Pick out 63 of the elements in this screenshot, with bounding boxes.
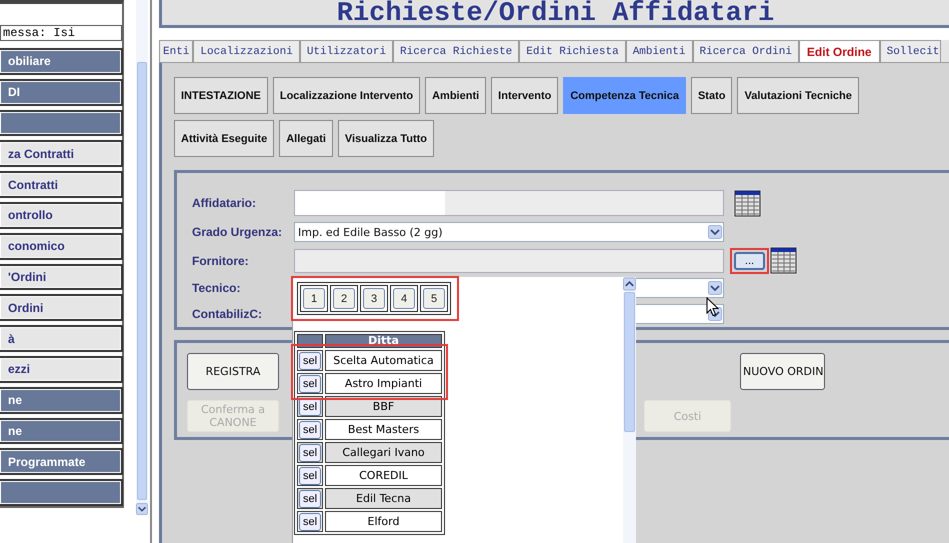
section-button[interactable]: Competenza Tecnica bbox=[563, 77, 686, 114]
menu-item[interactable]: za Contratti bbox=[0, 140, 123, 168]
table-cell: Callegari Ivano bbox=[325, 442, 442, 463]
menu-item[interactable]: conomico bbox=[0, 232, 123, 260]
section-button[interactable]: Stato bbox=[690, 77, 732, 114]
action-button[interactable]: REGISTRA bbox=[187, 353, 279, 390]
menu-item[interactable]: DI bbox=[0, 78, 123, 106]
tab[interactable]: Enti bbox=[159, 40, 194, 62]
select-button[interactable]: sel bbox=[299, 374, 321, 392]
menu-item[interactable]: ne bbox=[0, 386, 123, 414]
page-button[interactable]: 3 bbox=[363, 288, 385, 309]
action-button[interactable]: NUOVO ORDIN bbox=[740, 353, 825, 390]
menu-item[interactable]: ne bbox=[0, 418, 123, 444]
section-button[interactable]: Allegati bbox=[279, 120, 333, 157]
tab[interactable]: Edit Ordine bbox=[798, 40, 880, 62]
menu-item[interactable]: ontrollo bbox=[0, 202, 123, 229]
section-button[interactable]: Localizzazione Intervento bbox=[272, 77, 420, 114]
select-button[interactable]: sel bbox=[299, 420, 321, 438]
tab[interactable]: Ambienti bbox=[626, 40, 692, 62]
table-cell: COREDIL bbox=[325, 465, 442, 486]
menu-item[interactable]: à bbox=[0, 325, 123, 352]
section-button[interactable]: Intervento bbox=[491, 77, 558, 114]
table-cell: BBF bbox=[325, 396, 442, 417]
select-button[interactable]: sel bbox=[299, 512, 321, 530]
field-label: Fornitore: bbox=[192, 254, 250, 268]
tab[interactable]: Edit Richiesta bbox=[519, 40, 626, 62]
tab[interactable]: Localizzazioni bbox=[193, 40, 300, 62]
section-button[interactable]: INTESTAZIONE bbox=[174, 77, 268, 114]
tab[interactable]: Utilizzatori bbox=[300, 40, 394, 62]
field-label: Grado Urgenza: bbox=[192, 225, 284, 240]
page-button[interactable]: 4 bbox=[393, 288, 415, 309]
table-cell: Elford bbox=[325, 511, 442, 532]
menu-item[interactable]: ezzi bbox=[0, 356, 123, 383]
tab[interactable]: Ricerca Ordini bbox=[692, 40, 799, 62]
menu-item[interactable]: Programmate bbox=[0, 448, 123, 476]
page-button[interactable]: 5 bbox=[423, 288, 445, 309]
section-button[interactable]: Visualizza Tutto bbox=[338, 120, 434, 157]
status-field: messa: Isi bbox=[0, 25, 122, 41]
select-button[interactable]: sel bbox=[299, 352, 321, 370]
section-button[interactable]: Ambienti bbox=[425, 77, 486, 114]
select-button[interactable]: sel bbox=[299, 466, 321, 484]
table-cell: Scelta Automatica bbox=[325, 350, 442, 371]
menu-item[interactable]: 'Ordini bbox=[0, 264, 123, 290]
browse-button[interactable]: ... bbox=[734, 252, 765, 270]
table-cell: Edil Tecna bbox=[325, 488, 442, 509]
table-cell: Best Masters bbox=[325, 419, 442, 440]
section-button[interactable]: Valutazioni Tecniche bbox=[737, 77, 859, 114]
menu-item[interactable]: Contratti bbox=[0, 171, 123, 198]
page-button[interactable]: 2 bbox=[333, 288, 355, 309]
menu-item[interactable]: Ordini bbox=[0, 294, 123, 322]
page-title: Richieste/Ordini Affidatari bbox=[336, 1, 774, 25]
section-button[interactable]: Attività Eseguite bbox=[174, 120, 274, 157]
tab[interactable]: Ricerca Richieste bbox=[393, 40, 520, 62]
menu-item[interactable]: obiliare bbox=[0, 48, 123, 75]
page-button[interactable]: 1 bbox=[303, 288, 325, 309]
tab[interactable]: Sollecit bbox=[880, 40, 942, 62]
select-button[interactable]: sel bbox=[299, 444, 321, 462]
field-label: Tecnico: bbox=[192, 281, 242, 296]
select-button[interactable]: sel bbox=[299, 490, 321, 508]
dropdown[interactable]: Imp. ed Edile Basso (2 gg) bbox=[294, 222, 724, 242]
field-label: ContabilizC: bbox=[192, 307, 263, 322]
table-cell: Astro Impianti bbox=[325, 373, 442, 394]
field-label: Affidatario: bbox=[192, 196, 257, 210]
